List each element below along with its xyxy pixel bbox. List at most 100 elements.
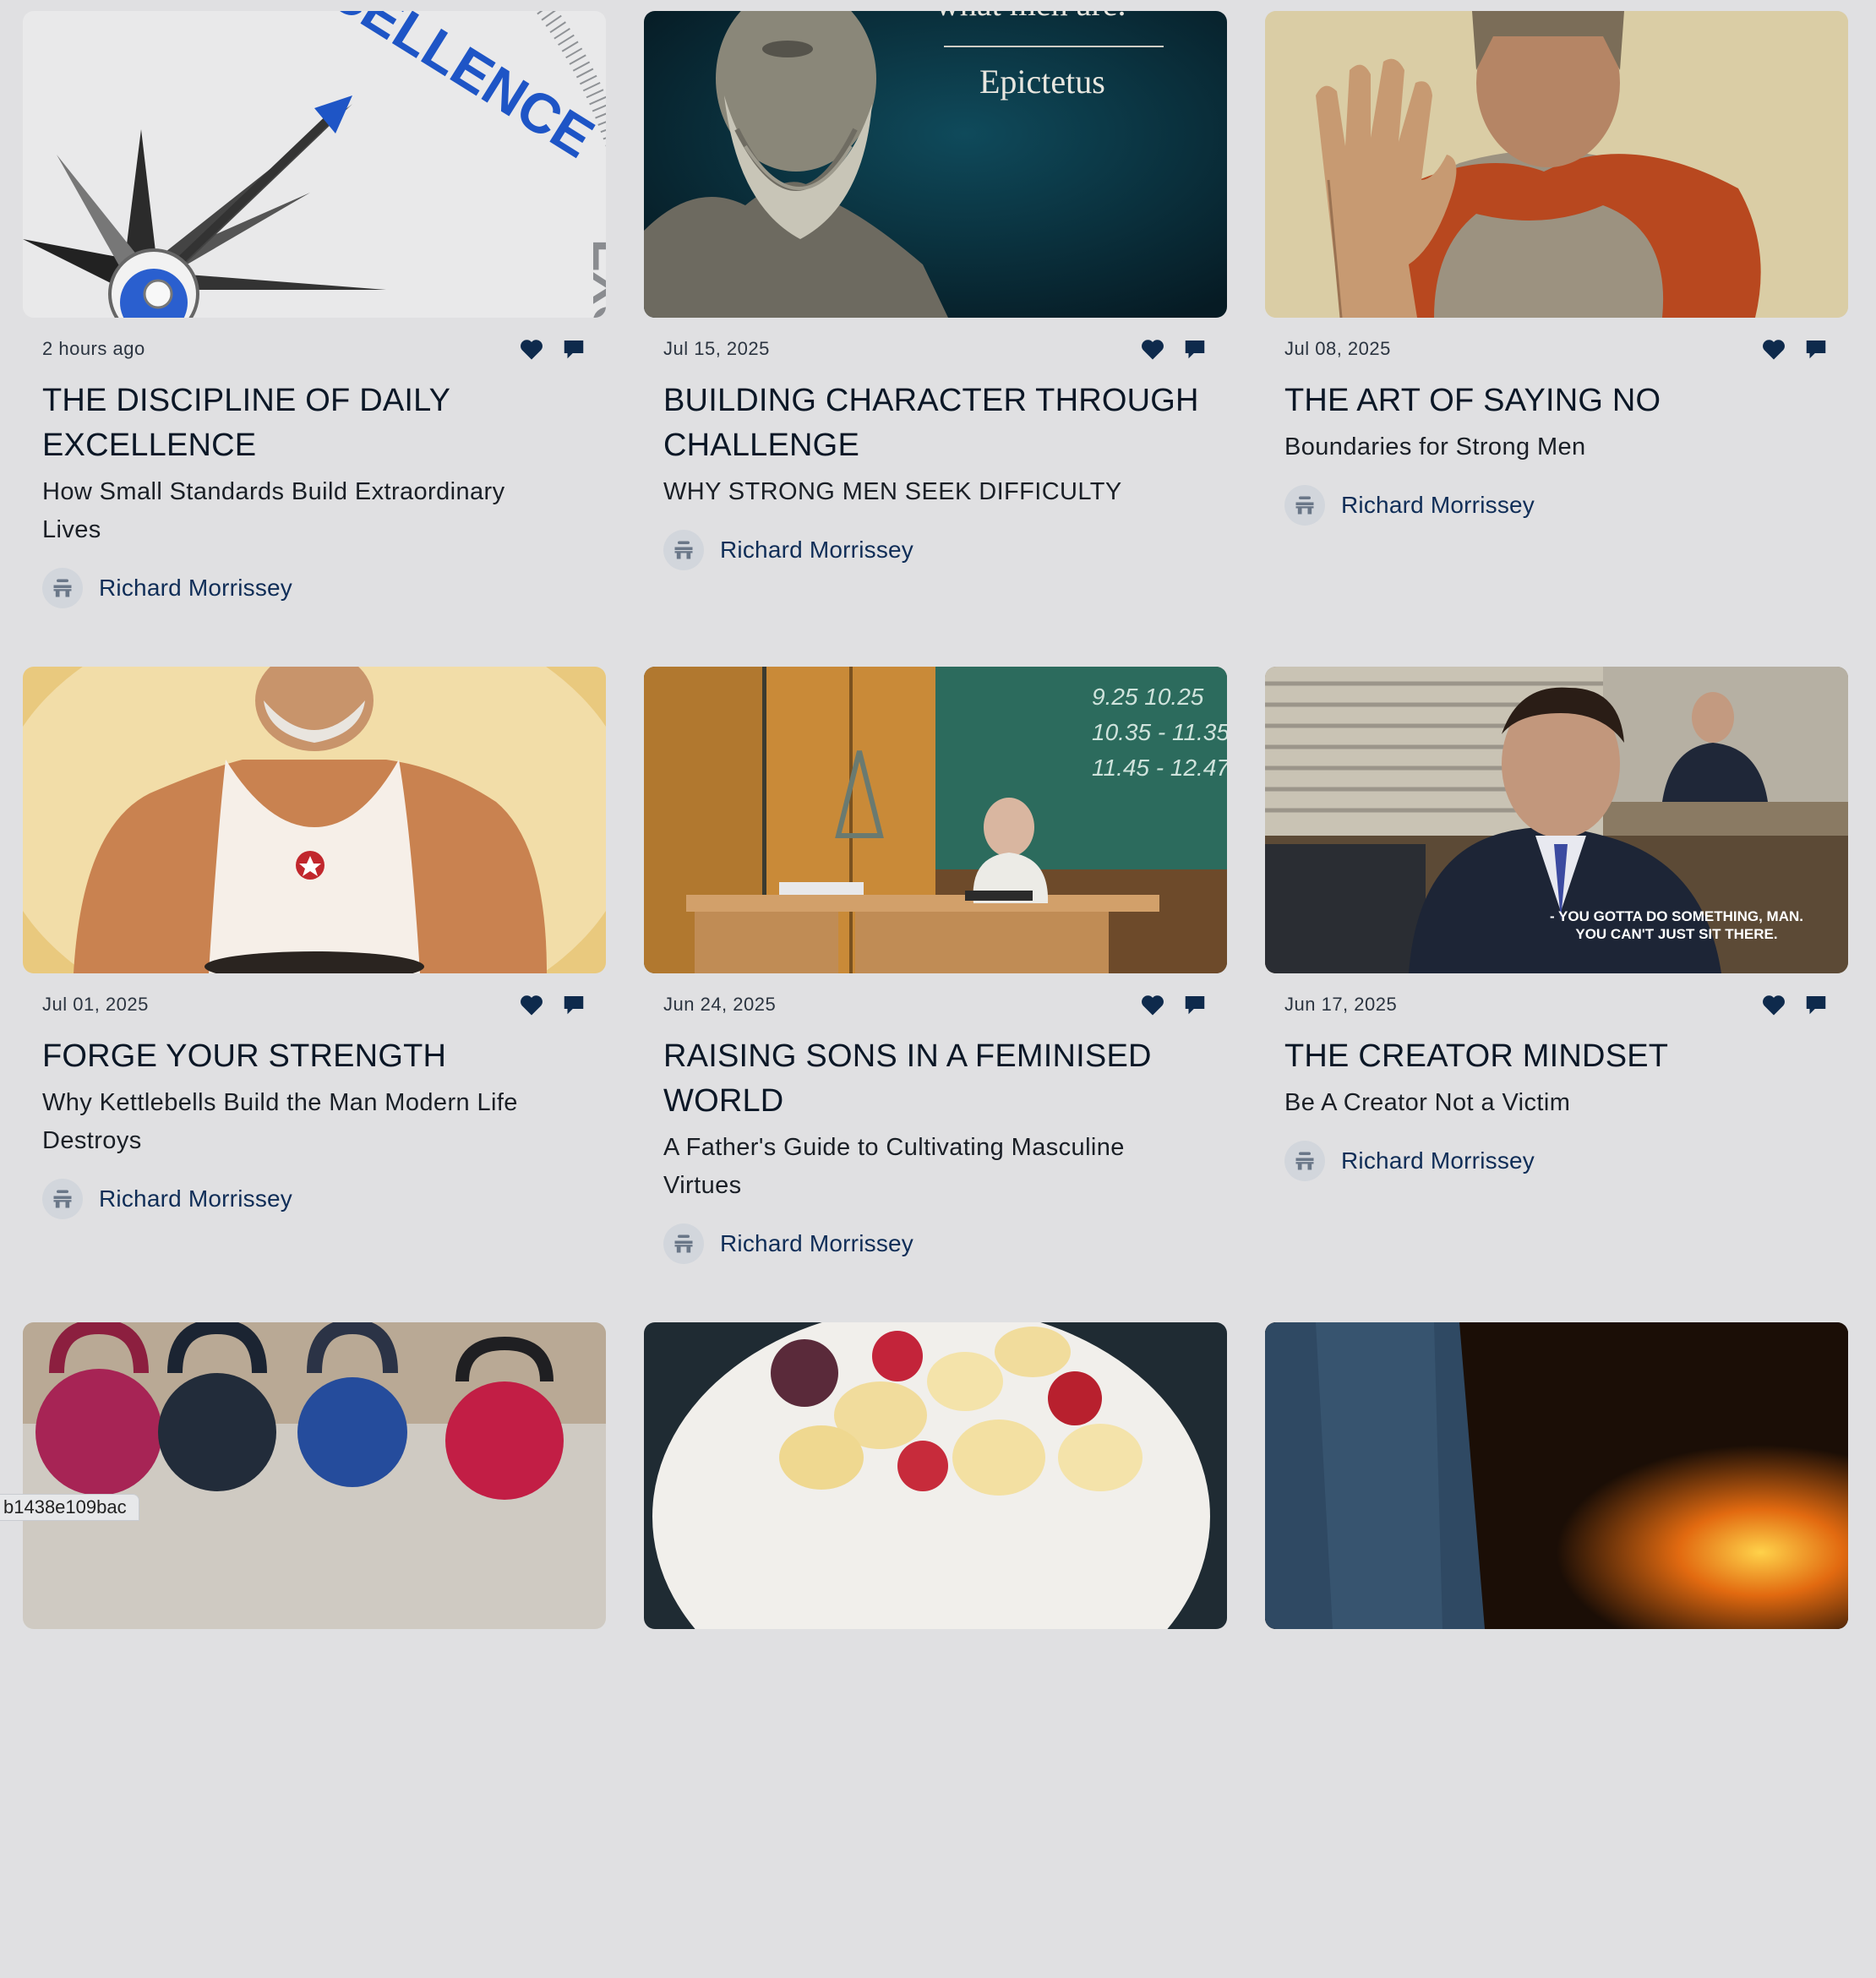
classroom-image: 9.25 10.25 10.35 - 11.35 11.45 - 12.47	[644, 667, 1227, 973]
subtitle-line: Why Kettlebells Build the Man Modern Lif…	[42, 1089, 518, 1116]
article-thumbnail[interactable]: 9.25 10.25 10.35 - 11.35 11.45 - 12.47	[644, 667, 1227, 973]
article-thumbnail[interactable]: CELLENCE EXCE	[23, 11, 606, 318]
office-image: - YOU GOTTA DO SOMETHING, MAN. YOU CAN'T…	[1265, 667, 1848, 973]
heart-icon[interactable]	[1761, 337, 1786, 361]
title-line: EXCELLENCE	[42, 428, 257, 463]
article-thumbnail[interactable]	[23, 667, 606, 973]
article-card[interactable]: Jul 08, 2025 THE ART OF SAYING NO Bounda…	[1265, 11, 1848, 667]
article-thumbnail[interactable]	[23, 1322, 606, 1629]
subtitle-line: A Father's Guide to Cultivating Masculin…	[663, 1134, 1125, 1161]
author-placeholder-icon	[674, 1234, 693, 1253]
article-card[interactable]: - YOU GOTTA DO SOMETHING, MAN. YOU CAN'T…	[1265, 667, 1848, 1322]
article-grid: CELLENCE EXCE 2 hours ago THE DISCIPLINE…	[23, 11, 1848, 1978]
author-placeholder-icon	[53, 579, 72, 597]
epictetus-image: what men are. Epictetus	[644, 11, 1227, 318]
author-placeholder-icon	[53, 1190, 72, 1208]
article-title[interactable]: THE ART OF SAYING NO	[1284, 379, 1829, 423]
roman-soldier-image	[1265, 11, 1848, 318]
heart-icon[interactable]	[1140, 337, 1165, 361]
article-thumbnail[interactable]	[1265, 11, 1848, 318]
comment-icon[interactable]	[561, 993, 586, 1016]
avatar	[1284, 1141, 1325, 1181]
heart-icon[interactable]	[519, 993, 544, 1016]
avatar	[42, 568, 83, 608]
subtitle-line: WHY STRONG MEN SEEK DIFFICULTY	[663, 478, 1122, 505]
article-subtitle: Be A Creator Not a Victim	[1284, 1084, 1829, 1122]
article-card[interactable]	[644, 1322, 1227, 1978]
heart-icon[interactable]	[1140, 993, 1165, 1016]
avatar	[1284, 485, 1325, 526]
fruit-bowl-image	[644, 1322, 1227, 1629]
author-row[interactable]: Richard Morrissey	[42, 1179, 586, 1219]
article-title[interactable]: BUILDING CHARACTER THROUGH CHALLENGE	[663, 379, 1208, 468]
heart-icon[interactable]	[1761, 993, 1786, 1016]
article-subtitle: Boundaries for Strong Men	[1284, 428, 1829, 466]
article-thumbnail[interactable]	[1265, 1322, 1848, 1629]
title-line: RAISING SONS IN A FEMINISED	[663, 1038, 1152, 1074]
author-name[interactable]: Richard Morrissey	[1341, 1147, 1535, 1174]
author-row[interactable]: Richard Morrissey	[663, 530, 1208, 570]
kettlebells-image	[23, 1322, 606, 1629]
subtitle-line: Lives	[42, 516, 101, 543]
comment-icon[interactable]	[1803, 337, 1829, 361]
author-name[interactable]: Richard Morrissey	[720, 1230, 913, 1257]
article-card[interactable]	[1265, 1322, 1848, 1978]
article-thumbnail[interactable]: - YOU GOTTA DO SOMETHING, MAN. YOU CAN'T…	[1265, 667, 1848, 973]
title-line: THE DISCIPLINE OF DAILY	[42, 383, 451, 418]
article-card[interactable]: Jul 01, 2025 FORGE YOUR STRENGTH Why Ket…	[23, 667, 606, 1322]
article-card[interactable]: CELLENCE EXCE 2 hours ago THE DISCIPLINE…	[23, 11, 606, 667]
article-title[interactable]: THE DISCIPLINE OF DAILY EXCELLENCE	[42, 379, 586, 468]
article-title[interactable]: FORGE YOUR STRENGTH	[42, 1034, 586, 1079]
article-card[interactable]: what men are. Epictetus Jul 15, 2025 BUI…	[644, 11, 1227, 667]
author-placeholder-icon	[1295, 1152, 1314, 1170]
compass-image: CELLENCE EXCE	[23, 11, 606, 318]
subtitle-line: Destroys	[42, 1127, 142, 1154]
article-thumbnail[interactable]: what men are. Epictetus	[644, 11, 1227, 318]
title-line: THE CREATOR MINDSET	[1284, 1038, 1669, 1074]
chalkboard-text: 9.25 10.25	[1092, 684, 1204, 710]
svg-text:EXCE: EXCE	[582, 239, 606, 318]
avatar	[663, 530, 704, 570]
comment-icon[interactable]	[1182, 337, 1208, 361]
article-thumbnail[interactable]	[644, 1322, 1227, 1629]
author-name[interactable]: Richard Morrissey	[99, 575, 292, 602]
subtitle-caption: YOU CAN'T JUST SIT THERE.	[1575, 926, 1777, 942]
author-name[interactable]: Richard Morrissey	[1341, 492, 1535, 519]
subtitle-line: How Small Standards Build Extraordinary	[42, 478, 505, 505]
article-date: 2 hours ago	[42, 338, 145, 359]
article-title[interactable]: RAISING SONS IN A FEMINISED WORLD	[663, 1034, 1208, 1124]
article-subtitle: WHY STRONG MEN SEEK DIFFICULTY	[663, 473, 1208, 511]
article-subtitle: A Father's Guide to Cultivating Masculin…	[663, 1129, 1208, 1205]
title-line: CHALLENGE	[663, 428, 859, 463]
author-placeholder-icon	[674, 541, 693, 559]
chalkboard-text: 11.45 - 12.47	[1092, 755, 1227, 781]
title-line: THE ART OF SAYING NO	[1284, 383, 1661, 418]
status-url: b1438e109bac	[0, 1494, 139, 1521]
author-row[interactable]: Richard Morrissey	[663, 1223, 1208, 1264]
author-row[interactable]: Richard Morrissey	[42, 568, 586, 608]
comment-icon[interactable]	[1182, 993, 1208, 1016]
author-name[interactable]: Richard Morrissey	[720, 537, 913, 564]
author-row[interactable]: Richard Morrissey	[1284, 1141, 1829, 1181]
article-subtitle: How Small Standards Build Extraordinary …	[42, 473, 586, 549]
subtitle-line: Boundaries for Strong Men	[1284, 433, 1586, 460]
article-subtitle: Why Kettlebells Build the Man Modern Lif…	[42, 1084, 586, 1160]
heart-icon[interactable]	[519, 337, 544, 361]
forge-image	[1265, 1322, 1848, 1629]
article-card[interactable]: 9.25 10.25 10.35 - 11.35 11.45 - 12.47 J…	[644, 667, 1227, 1322]
quote-author: Epictetus	[979, 63, 1105, 101]
subtitle-line: Virtues	[663, 1172, 742, 1199]
comment-icon[interactable]	[1803, 993, 1829, 1016]
author-row[interactable]: Richard Morrissey	[1284, 485, 1829, 526]
title-line: WORLD	[663, 1083, 784, 1119]
avatar	[663, 1223, 704, 1264]
article-date: Jun 24, 2025	[663, 994, 777, 1015]
subtitle-line: Be A Creator Not a Victim	[1284, 1089, 1571, 1116]
article-title[interactable]: THE CREATOR MINDSET	[1284, 1034, 1829, 1079]
author-name[interactable]: Richard Morrissey	[99, 1185, 292, 1212]
article-date: Jun 17, 2025	[1284, 994, 1398, 1015]
author-placeholder-icon	[1295, 496, 1314, 515]
comment-icon[interactable]	[561, 337, 586, 361]
title-line: BUILDING CHARACTER THROUGH	[663, 383, 1199, 418]
article-card[interactable]	[23, 1322, 606, 1978]
